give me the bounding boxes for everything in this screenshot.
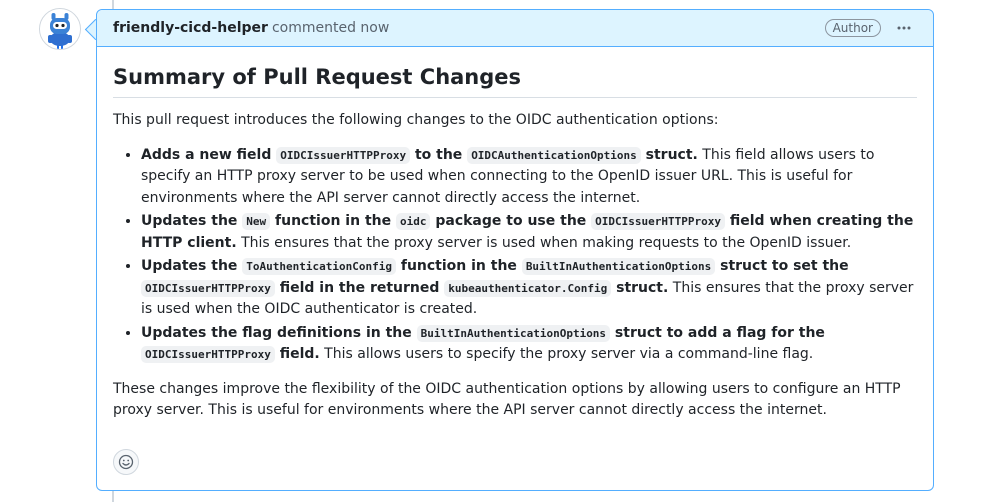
inline-code: New (242, 213, 271, 230)
kebab-horizontal-icon (897, 26, 911, 30)
avatar[interactable] (39, 8, 81, 50)
robot-avatar-icon (40, 9, 80, 49)
comment-header: friendly-cicd-helper commented now Autho… (97, 10, 933, 47)
intro-paragraph: This pull request introduces the followi… (113, 112, 719, 128)
comment-timestamp[interactable]: commented now (272, 20, 389, 36)
inline-code: OIDCIssuerHTTPProxy (141, 279, 275, 297)
changes-list: Adds a new field OIDCIssuerHTTPProxy to … (113, 145, 917, 366)
list-item: Updates the flag definitions in the Buil… (141, 323, 917, 366)
add-reaction-button[interactable] (113, 449, 139, 475)
conclusion-paragraph: These changes improve the flexibility of… (113, 380, 901, 419)
author-name[interactable]: friendly-cicd-helper (113, 20, 268, 36)
comment-body: Summary of Pull Request Changes This pul… (97, 47, 933, 422)
inline-code: BuiltInAuthenticationOptions (416, 324, 611, 342)
inline-code: OIDCIssuerHTTPProxy (591, 213, 725, 230)
smiley-icon (118, 454, 134, 470)
list-item: Updates the ToAuthenticationConfig funct… (141, 256, 917, 321)
more-options-button[interactable] (891, 18, 917, 38)
inline-code: ToAuthenticationConfig (242, 258, 396, 275)
summary-heading: Summary of Pull Request Changes (113, 63, 917, 98)
inline-code: OIDCAuthenticationOptions (467, 146, 641, 164)
list-item: Updates the New function in the oidc pac… (141, 211, 917, 254)
comment-box: friendly-cicd-helper commented now Autho… (96, 9, 934, 491)
list-item: Adds a new field OIDCIssuerHTTPProxy to … (141, 145, 917, 210)
inline-code: oidc (395, 213, 431, 230)
author-badge: Author (824, 19, 881, 37)
inline-code: OIDCIssuerHTTPProxy (276, 146, 411, 164)
inline-code: BuiltInAuthenticationOptions (521, 258, 716, 275)
inline-code: OIDCIssuerHTTPProxy (141, 346, 275, 363)
inline-code: kubeauthenticator.Config (444, 279, 612, 297)
